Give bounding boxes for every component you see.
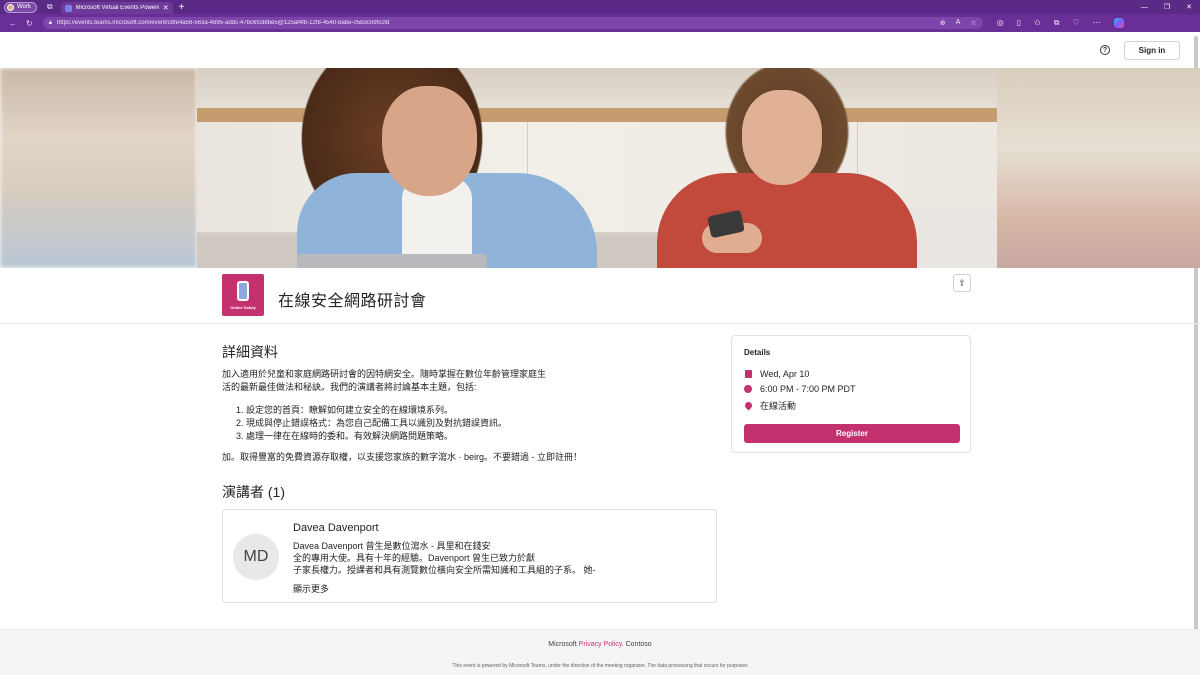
event-page: ? Sign in Online Safety 在線安全網路研討會 ⇪ 詳細資料… — [0, 32, 1200, 675]
url-text[interactable]: https://events.teams.microsoft.com/event… — [57, 20, 935, 26]
page-title: 在線安全網路研討會 — [278, 293, 427, 310]
help-icon[interactable]: ? — [1100, 45, 1110, 55]
speakers-heading: 演講者 (1) — [222, 484, 285, 500]
close-tab-icon[interactable]: ✕ — [163, 4, 169, 12]
footer-links: Microsoft Privacy Policy. Contoso — [548, 641, 652, 648]
list-item: 3. 處理一律在在線時的委和。有效解決網路問題策略。 — [236, 431, 454, 441]
event-logo: Online Safety — [222, 274, 264, 316]
profile-button[interactable]: Work — [4, 1, 37, 13]
event-time-row: 6:00 PM - 7:00 PM PDT — [744, 384, 856, 394]
main-content: 詳細資料 加入適用於兒童和家庭網路研討會的因特網安全。隨時掌握在數位年齡管理家庭… — [0, 324, 1200, 629]
tab-title: Microsoft Virtual Events Powered — [75, 5, 159, 11]
read-aloud-icon[interactable]: A — [956, 19, 961, 27]
speaker-bio: Davea Davenport 曾生是數位瀉水 - 具里和在錢安 全的專用大使。… — [293, 540, 653, 576]
zoom-icon[interactable]: ⊕ — [940, 19, 946, 27]
speaker-name: Davea Davenport — [293, 522, 379, 534]
site-header: ? Sign in — [0, 32, 1200, 68]
list-item: 2. 現成與停止錯誤格式：為您自己配備工具以識別及對抗錯誤資訊。 — [236, 418, 508, 428]
speaker-bio-line: Davea Davenport 曾生是數位瀉水 - 具里和在錢安 — [293, 541, 491, 551]
event-date: Wed, Apr 10 — [760, 369, 810, 379]
event-logo-text: Online Safety — [230, 304, 256, 310]
browser-toolbar: ← ↻ 🔒︎ https://events.teams.microsoft.co… — [0, 14, 1200, 32]
footer-note: This event is powered by Microsoft Teams… — [452, 663, 748, 669]
hero-banner — [0, 68, 1200, 268]
speaker-bio-line: 子家長權力。授課者和具有測覽數位橫向安全所需知識和工具組的子系。 她- — [293, 565, 596, 575]
list-item: 1. 設定您的首頁：瞭解如何建立安全的在線環境系列。 — [236, 405, 454, 415]
show-more-link[interactable]: 顯示更多 — [293, 582, 329, 595]
speaker-avatar: MD — [233, 534, 279, 580]
description-line: 活的最新最佳做法和秘訣。我們的演講者將討論基本主題，包括: — [222, 382, 477, 392]
event-description: 加入適用於兒童和家庭網路研討會的因特網安全。隨時掌握在數位年齡管理家庭生 活的最… — [222, 368, 592, 394]
phone-icon — [237, 280, 249, 301]
details-card: Details Wed, Apr 10 6:00 PM - 7:00 PM PD… — [731, 335, 971, 453]
share-button[interactable]: ⇪ — [953, 274, 971, 292]
restore-icon[interactable]: ❐ — [1164, 3, 1170, 11]
event-time: 6:00 PM - 7:00 PM PDT — [760, 384, 856, 394]
profile-avatar — [7, 3, 14, 11]
privacy-policy-link[interactable]: Privacy Policy — [579, 641, 622, 648]
lock-icon[interactable]: 🔒︎ — [49, 20, 52, 27]
close-window-icon[interactable]: ✕ — [1186, 3, 1192, 11]
refresh-icon[interactable]: ↻ — [26, 19, 33, 28]
details-heading: 詳細資料 — [222, 344, 278, 360]
profile-label: Work — [17, 4, 31, 10]
page-footer: Microsoft Privacy Policy. Contoso This e… — [0, 629, 1200, 675]
favorites-icon[interactable]: ✩ — [1034, 18, 1041, 28]
back-icon[interactable]: ← — [9, 19, 17, 28]
sign-in-button[interactable]: Sign in — [1124, 40, 1180, 60]
description-closing: 加。取得豐富的免費資源存取權，以支援您家族的數字瀉水 · beirg。不要錯過 … — [222, 452, 583, 462]
workspaces-icon[interactable]: ⧉ — [47, 2, 53, 12]
topics-list: 1. 設定您的首頁：瞭解如何建立安全的在線環境系列。 2. 現成與停止錯誤格式：… — [236, 404, 596, 443]
browser-tab[interactable]: Microsoft Virtual Events Powered ✕ — [60, 2, 173, 14]
collections-icon[interactable]: ⧉ — [1054, 18, 1060, 28]
extension-icon[interactable]: ◎ — [997, 18, 1004, 28]
details-card-title: Details — [744, 348, 771, 357]
address-bar[interactable]: 🔒︎ https://events.teams.microsoft.com/ev… — [42, 17, 983, 29]
event-date-row: Wed, Apr 10 — [744, 369, 809, 379]
window-controls: — ❐ ✕ — [1141, 0, 1192, 14]
hero-blur-left — [0, 68, 197, 268]
description-line: 加入適用於兒童和家庭網路研討會的因特網安全。隨時掌握在數位年齡管理家庭生 — [222, 369, 547, 379]
browser-titlebar: Work ⧉ Microsoft Virtual Events Powered … — [0, 0, 1200, 14]
footer-brand: Microsoft — [548, 641, 577, 648]
calendar-icon — [744, 370, 752, 378]
hero-blur-right — [997, 68, 1200, 268]
teams-icon — [64, 4, 72, 12]
footer-org: Contoso — [625, 641, 652, 648]
speaker-bio-line: 全的專用大使。具有十年的經驗。Davenport 曾生已致力於獻 — [293, 553, 536, 563]
new-tab-icon[interactable]: + — [179, 2, 185, 13]
more-menu-icon[interactable]: ⋯ — [1093, 18, 1101, 28]
event-location: 在線活動 — [760, 401, 797, 411]
event-location-row: 在線活動 — [743, 399, 797, 412]
speaker-card: MD Davea Davenport Davea Davenport 曾生是數位… — [222, 509, 717, 603]
register-button[interactable]: Register — [744, 424, 960, 443]
hero-image — [197, 68, 997, 268]
split-screen-icon[interactable]: ▯ — [1017, 18, 1021, 28]
copilot-icon[interactable] — [1113, 18, 1124, 28]
extensions-bar: ◎ ▯ ✩ ⧉ ♡ ⋯ — [997, 18, 1124, 28]
event-title-row: Online Safety 在線安全網路研討會 ⇪ — [0, 268, 1200, 324]
clock-icon — [744, 385, 752, 393]
location-pin-icon — [743, 400, 753, 411]
minimize-icon[interactable]: — — [1141, 4, 1148, 11]
favorite-star-icon[interactable]: ☆ — [970, 19, 976, 27]
share-icon: ⇪ — [958, 277, 966, 288]
browser-essentials-icon[interactable]: ♡ — [1073, 18, 1080, 28]
